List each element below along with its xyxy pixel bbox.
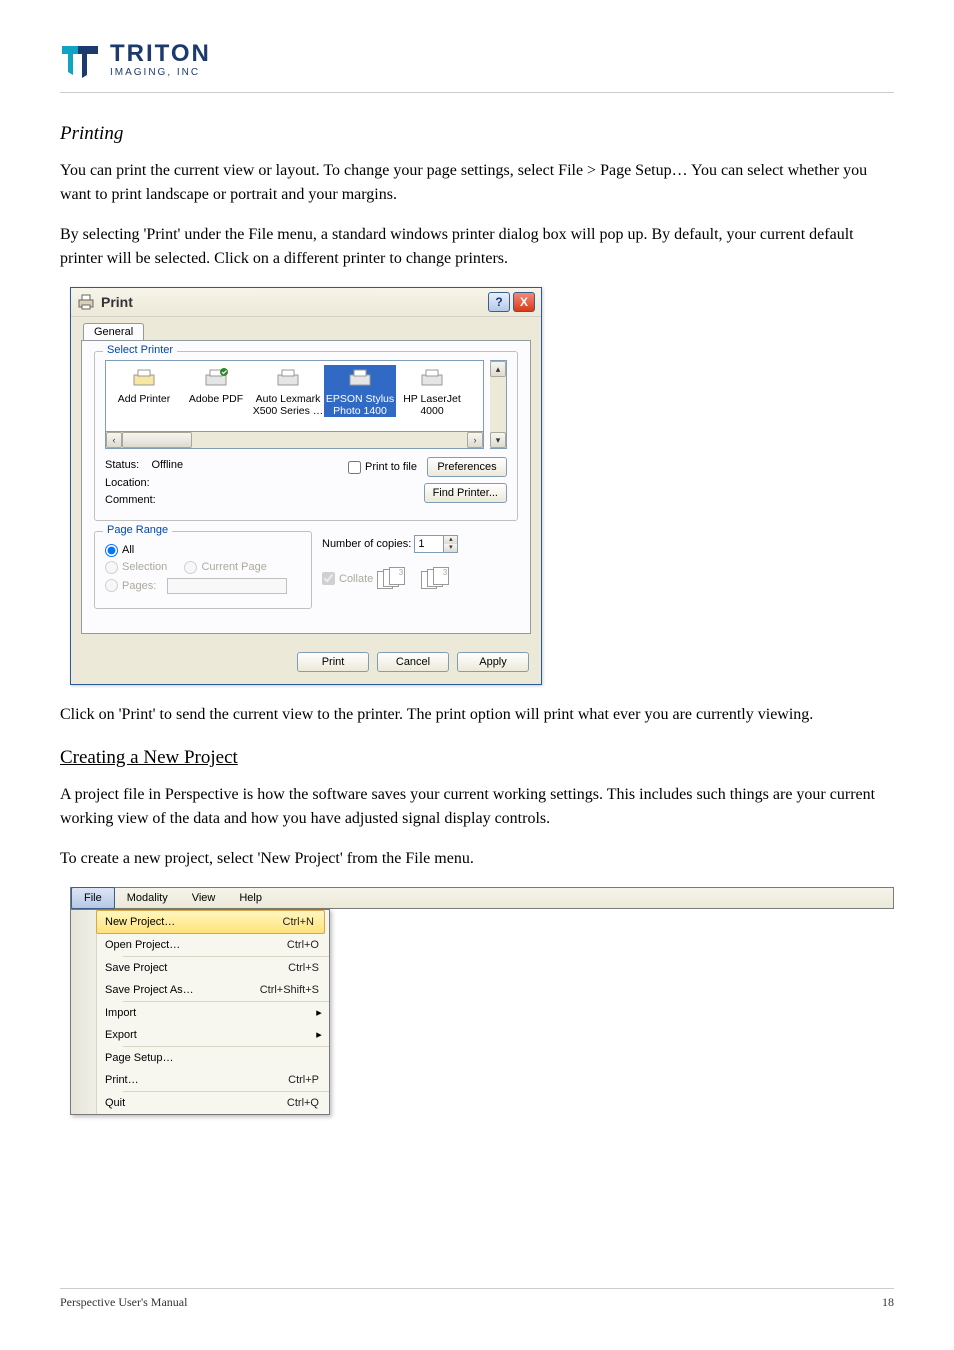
print-button[interactable]: Print <box>297 652 369 672</box>
printer-lexmark[interactable]: Auto Lexmark X500 Series … <box>252 365 324 417</box>
footer-page-number: 18 <box>882 1295 894 1310</box>
menu-help[interactable]: Help <box>227 888 274 908</box>
menu-print[interactable]: Print… Ctrl+P <box>71 1069 329 1091</box>
radio-selection <box>105 561 118 574</box>
status-value: Offline <box>151 459 183 471</box>
menu-modality[interactable]: Modality <box>115 888 180 908</box>
collate-icon: 123 <box>377 567 417 591</box>
group-select-printer: Select Printer <box>103 344 177 356</box>
submenu-arrow-icon: ▸ <box>315 1028 329 1041</box>
radio-pages <box>105 579 118 592</box>
pages-input <box>167 578 287 594</box>
printer-vscroll[interactable]: ▴ ▾ <box>490 360 507 449</box>
newproj-para-1: A project file in Perspective is how the… <box>60 783 894 831</box>
printer-icon <box>77 293 95 311</box>
printer-hp[interactable]: HP LaserJet 4000 <box>396 365 468 417</box>
printer-list[interactable]: Add Printer Adobe PDF Auto Lexmark X500 … <box>105 360 484 432</box>
menu-save-project-as[interactable]: Save Project As… Ctrl+Shift+S <box>71 979 329 1001</box>
help-button[interactable]: ? <box>488 292 510 312</box>
print-para-2: By selecting 'Print' under the File menu… <box>60 223 894 271</box>
collate-icon: 123 <box>421 567 461 591</box>
page-header: TRITON IMAGING, INC <box>60 40 894 93</box>
menu-import[interactable]: Import ▸ <box>71 1002 329 1024</box>
logo-main: TRITON <box>110 42 211 66</box>
print-para-1: You can print the current view or layout… <box>60 159 894 207</box>
scroll-up-icon: ▴ <box>490 361 506 377</box>
print-dialog: Print ? X General Select Printer <box>70 287 542 685</box>
print-para-3: Click on 'Print' to send the current vie… <box>60 703 894 727</box>
menu-file[interactable]: File <box>71 887 115 909</box>
printer-epson[interactable]: EPSON Stylus Photo 1400 <box>324 365 396 417</box>
file-dropdown: New Project… Ctrl+N Open Project… Ctrl+O… <box>70 909 330 1115</box>
menu-export[interactable]: Export ▸ <box>71 1024 329 1046</box>
apply-button[interactable]: Apply <box>457 652 529 672</box>
menu-quit[interactable]: Quit Ctrl+Q <box>71 1092 329 1114</box>
collate-checkbox: Collate <box>322 572 373 585</box>
dialog-title: Print <box>101 294 485 310</box>
submenu-arrow-icon: ▸ <box>315 1006 329 1019</box>
find-printer-button[interactable]: Find Printer... <box>424 483 507 503</box>
copies-input <box>415 537 443 551</box>
tab-general[interactable]: General <box>83 323 144 340</box>
file-menu-screenshot: File Modality View Help New Project… Ctr… <box>70 887 894 1115</box>
copies-label: Number of copies: <box>322 538 411 550</box>
section-print-title: Printing <box>60 123 894 145</box>
scroll-left-icon: ‹ <box>106 432 122 448</box>
spin-down-icon: ▾ <box>443 544 457 552</box>
print-to-file-checkbox[interactable]: Print to file <box>348 461 417 474</box>
scroll-right-icon: › <box>467 432 483 448</box>
menu-new-project[interactable]: New Project… Ctrl+N <box>71 910 329 934</box>
menu-page-setup[interactable]: Page Setup… <box>71 1047 329 1069</box>
printer-adobe-pdf[interactable]: Adobe PDF <box>180 365 252 405</box>
menu-view[interactable]: View <box>180 888 228 908</box>
triton-logo-icon <box>60 40 100 80</box>
group-page-range: Page Range <box>103 524 172 536</box>
cancel-button[interactable]: Cancel <box>377 652 449 672</box>
copies-spinner[interactable]: ▴▾ <box>414 535 458 553</box>
footer-left: Perspective User's Manual <box>60 1295 187 1310</box>
printer-hscroll[interactable]: ‹ › <box>105 432 484 449</box>
logo-sub: IMAGING, INC <box>110 68 211 78</box>
printer-add[interactable]: Add Printer <box>108 365 180 405</box>
newproj-para-2: To create a new project, select 'New Pro… <box>60 847 894 871</box>
menu-open-project[interactable]: Open Project… Ctrl+O <box>71 934 329 956</box>
radio-all[interactable] <box>105 544 118 557</box>
menubar: File Modality View Help <box>70 887 894 909</box>
status-label: Status: <box>105 459 139 471</box>
preferences-button[interactable]: Preferences <box>427 457 507 477</box>
scroll-down-icon: ▾ <box>490 432 506 448</box>
comment-label: Comment: <box>105 492 332 510</box>
radio-current-page <box>184 561 197 574</box>
menu-save-project[interactable]: Save Project Ctrl+S <box>71 957 329 979</box>
location-label: Location: <box>105 475 332 493</box>
close-button[interactable]: X <box>513 292 535 312</box>
section-new-project-title: Creating a New Project <box>60 747 894 769</box>
spin-up-icon: ▴ <box>443 536 457 544</box>
